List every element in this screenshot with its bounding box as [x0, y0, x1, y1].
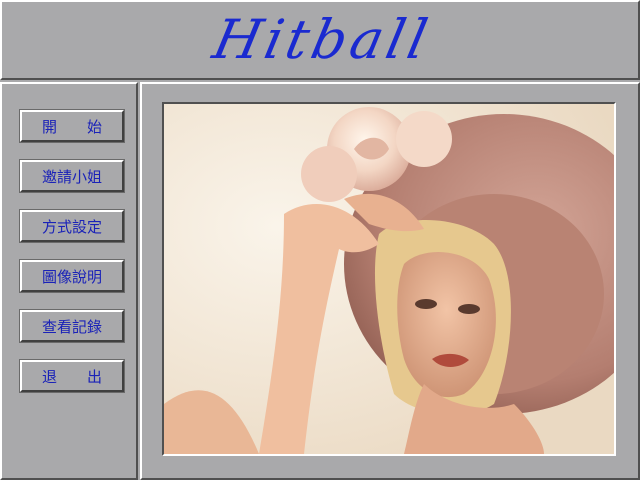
invite-button[interactable]: 邀請小姐: [19, 159, 125, 193]
title-bar: Hitball: [0, 0, 640, 80]
records-button[interactable]: 查看記錄: [19, 309, 125, 343]
app-title: Hitball: [207, 8, 437, 71]
start-button[interactable]: 開 始: [19, 109, 125, 143]
photo-frame: [162, 102, 616, 456]
exit-button[interactable]: 退 出: [19, 359, 125, 393]
portrait-image: [164, 104, 614, 454]
menu-panel: 開 始 邀請小姐 方式設定 圖像說明 查看記錄 退 出: [0, 82, 138, 480]
content-panel: [140, 82, 640, 480]
settings-button[interactable]: 方式設定: [19, 209, 125, 243]
image-info-button[interactable]: 圖像說明: [19, 259, 125, 293]
